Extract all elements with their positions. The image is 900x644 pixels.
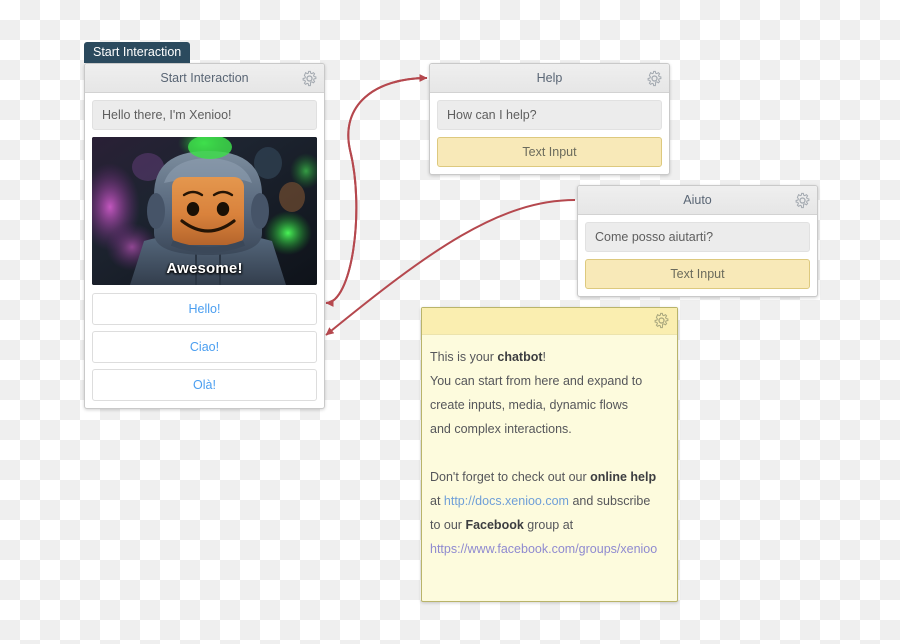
choice-button-ola[interactable]: Olà! <box>92 369 317 401</box>
card-help[interactable]: Help How can I help? Text Input <box>429 63 670 175</box>
aiuto-prompt-field[interactable]: Come posso aiutarti? <box>585 222 810 252</box>
note-line-4: and complex interactions. <box>430 422 572 436</box>
message-bubble[interactable]: Hello there, I'm Xenioo! <box>92 100 317 130</box>
card-note[interactable]: This is your chatbot! You can start from… <box>421 307 678 602</box>
note-line-7-post: group at <box>523 518 574 532</box>
media-gif[interactable]: Awesome! <box>92 137 317 285</box>
connector-hello-to-help <box>325 74 428 304</box>
card-help-title: Help <box>536 71 563 85</box>
note-line-3: create inputs, media, dynamic flows <box>430 398 629 412</box>
note-line-1-bold: chatbot <box>497 350 543 364</box>
card-help-body: How can I help? Text Input <box>430 93 669 174</box>
note-line-1: This is your chatbot! <box>430 345 669 369</box>
choice-button-ciao[interactable]: Ciao! <box>92 331 317 363</box>
note-line-6-pre: at <box>430 494 444 508</box>
note-line-5-pre: Don't forget to check out our <box>430 470 591 484</box>
flow-tab-start-interaction[interactable]: Start Interaction <box>84 42 191 63</box>
connector-into-hello <box>325 77 428 307</box>
card-note-header <box>422 308 677 335</box>
note-line-7-pre: to our <box>430 518 466 532</box>
card-aiuto-title: Aiuto <box>683 193 712 207</box>
note-line-6-post: and subscribe <box>568 494 651 508</box>
flow-canvas[interactable]: Start Interaction Start Interaction Hell… <box>0 0 900 644</box>
card-start-interaction-title: Start Interaction <box>160 71 249 85</box>
note-paragraph-gap <box>430 441 669 465</box>
gear-icon[interactable] <box>794 191 811 209</box>
card-start-interaction-body: Hello there, I'm Xenioo! Awesome! Hello!… <box>85 93 324 408</box>
help-text-input[interactable]: Text Input <box>437 137 662 167</box>
card-note-body: This is your chatbot! You can start from… <box>422 335 677 569</box>
note-line-8: https://www.facebook.com/groups/xenioo <box>430 537 669 561</box>
choice-button-hello[interactable]: Hello! <box>92 293 317 325</box>
flow-tab-label: Start Interaction <box>93 45 182 59</box>
note-line-5: Don't forget to check out our online hel… <box>430 465 669 489</box>
note-line-7-bold: Facebook <box>465 518 524 532</box>
gear-icon[interactable] <box>646 69 663 87</box>
card-aiuto-header: Aiuto <box>578 186 817 215</box>
facebook-group-link[interactable]: https://www.facebook.com/groups/xenioo <box>430 542 657 556</box>
card-start-interaction-header: Start Interaction <box>85 64 324 93</box>
gear-icon[interactable] <box>301 69 318 87</box>
card-start-interaction[interactable]: Start Interaction Hello there, I'm Xenio… <box>84 63 325 409</box>
media-caption: Awesome! <box>166 260 243 277</box>
aiuto-text-input[interactable]: Text Input <box>585 259 810 289</box>
note-line-1-pre: This is your <box>430 350 498 364</box>
card-aiuto-body: Come posso aiutarti? Text Input <box>578 215 817 296</box>
note-line-2: You can start from here and expand to <box>430 374 643 388</box>
card-help-header: Help <box>430 64 669 93</box>
help-prompt-field[interactable]: How can I help? <box>437 100 662 130</box>
note-line-7: to our Facebook group at <box>430 513 669 537</box>
docs-link[interactable]: http://docs.xenioo.com <box>444 494 569 508</box>
gear-icon[interactable] <box>653 312 670 329</box>
note-line-1-post: ! <box>542 350 547 364</box>
card-aiuto[interactable]: Aiuto Come posso aiutarti? Text Input <box>577 185 818 297</box>
note-line-6: at http://docs.xenioo.com and subscribe <box>430 489 669 513</box>
note-line-5-bold: online help <box>590 470 657 484</box>
